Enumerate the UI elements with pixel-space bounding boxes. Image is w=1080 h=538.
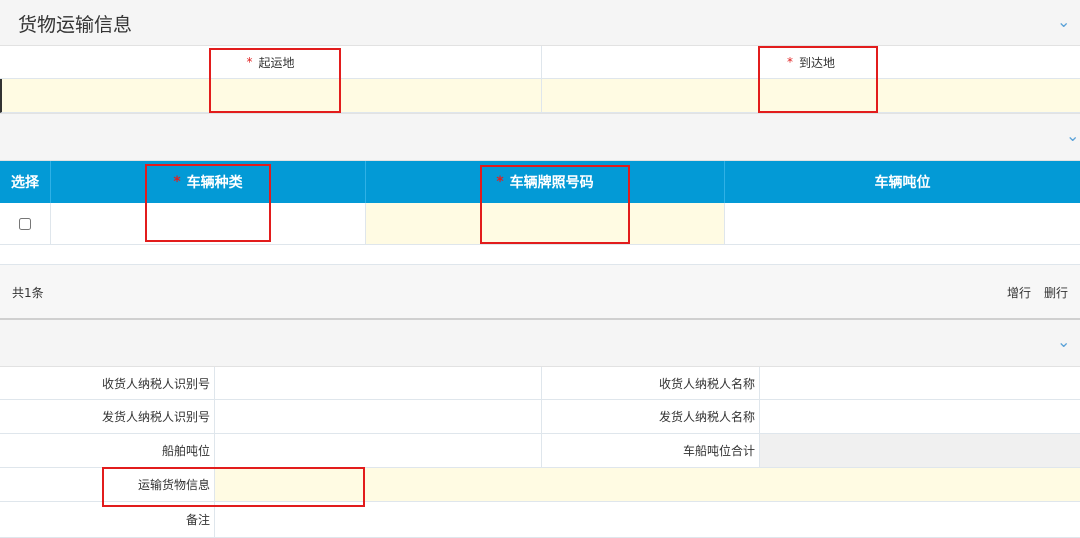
highlight-box-destination	[758, 46, 878, 113]
table-footer: 共1条 增行 删行	[0, 265, 1080, 320]
shipper-name-label: 发货人纳税人名称	[542, 400, 760, 434]
consignee-name-label: 收货人纳税人名称	[542, 367, 760, 400]
column-header-select: 选择	[0, 161, 51, 203]
highlight-box-origin	[209, 48, 341, 113]
highlight-box-plate	[480, 165, 630, 244]
add-row-button[interactable]: 增行	[1007, 284, 1031, 301]
ship-tonnage-label: 船舶吨位	[0, 434, 215, 468]
section-header-cargo: 货物运输信息 ⌄	[0, 0, 1080, 46]
row-checkbox[interactable]	[19, 217, 31, 230]
table-spacer	[0, 245, 1080, 265]
section-title: 货物运输信息	[18, 14, 133, 36]
consignee-tax-id-input[interactable]	[215, 367, 542, 400]
chevron-down-icon[interactable]: ⌄	[1057, 332, 1070, 351]
shipper-name-input[interactable]	[760, 400, 1080, 434]
ship-tonnage-input[interactable]	[215, 434, 542, 468]
chevron-down-icon[interactable]: ⌄	[1066, 126, 1079, 145]
column-header-tonnage: 车辆吨位	[874, 175, 931, 191]
shipper-tax-id-input[interactable]	[215, 400, 542, 434]
highlight-box-vehicle-type	[145, 164, 271, 242]
chevron-down-icon[interactable]: ⌄	[1057, 12, 1070, 31]
shipper-tax-id-label: 发货人纳税人识别号	[0, 400, 215, 434]
row-select-cell	[0, 203, 51, 245]
remark-input[interactable]	[215, 502, 1080, 538]
section-header-parties: ⌄	[0, 320, 1080, 367]
consignee-name-input[interactable]	[760, 367, 1080, 400]
total-count: 共1条	[12, 286, 44, 300]
tonnage-input[interactable]	[725, 203, 1080, 245]
consignee-tax-id-label: 收货人纳税人识别号	[0, 367, 215, 400]
highlight-box-cargo-info	[102, 467, 365, 507]
vehicle-ship-tonnage-total-field	[760, 434, 1080, 468]
delete-row-button[interactable]: 删行	[1044, 284, 1068, 301]
vehicle-ship-tonnage-total-label: 车船吨位合计	[542, 434, 760, 468]
remark-label: 备注	[0, 502, 215, 538]
section-header-vehicles: ⌄	[0, 113, 1080, 161]
